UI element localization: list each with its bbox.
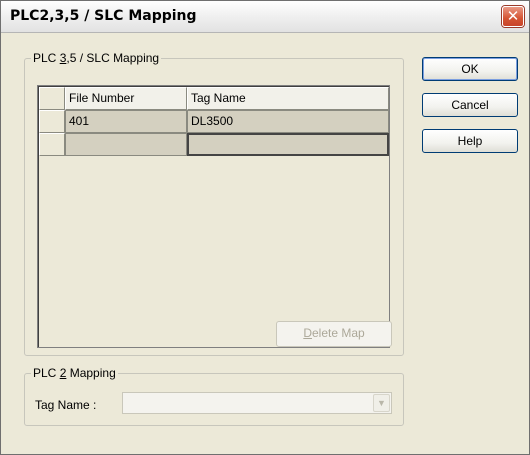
delete-map-button[interactable]: Delete Map — [276, 321, 392, 347]
close-icon: ✕ — [506, 7, 520, 25]
plc35-slc-mapping-label: PLC 3,5 / SLC Mapping — [33, 51, 160, 65]
dialog-title: PLC2,3,5 / SLC Mapping — [10, 8, 197, 24]
column-header-file-number[interactable]: File Number — [65, 87, 187, 110]
title-bar[interactable]: PLC2,3,5 / SLC Mapping ✕ — [1, 1, 529, 33]
row-header[interactable] — [39, 110, 65, 133]
cell-file-number[interactable]: 401 — [65, 110, 187, 133]
cell-tag-name-active[interactable] — [187, 133, 389, 156]
ok-button[interactable]: OK — [422, 57, 518, 81]
plc2-mapping-label: PLC 2 Mapping — [33, 366, 116, 380]
cancel-button[interactable]: Cancel — [422, 93, 518, 117]
tag-name-combobox[interactable]: ▼ — [122, 392, 392, 414]
plc-mapping-dialog: PLC2,3,5 / SLC Mapping ✕ PLC 3,5 / SLC M… — [0, 0, 530, 455]
help-button[interactable]: Help — [422, 129, 518, 153]
tag-name-label: Tag Name : — [35, 398, 97, 412]
mapping-grid[interactable]: File Number Tag Name 401 DL3500 — [37, 85, 390, 348]
column-header-tag-name[interactable]: Tag Name — [187, 87, 389, 110]
close-button[interactable]: ✕ — [502, 6, 524, 27]
grid-corner-header[interactable] — [39, 87, 65, 110]
cell-file-number[interactable] — [65, 133, 187, 156]
dropdown-arrow-icon[interactable]: ▼ — [373, 394, 390, 412]
dialog-body: PLC 3,5 / SLC Mapping File Number Tag Na… — [1, 34, 529, 454]
row-header[interactable] — [39, 133, 65, 156]
cell-tag-name[interactable]: DL3500 — [187, 110, 389, 133]
